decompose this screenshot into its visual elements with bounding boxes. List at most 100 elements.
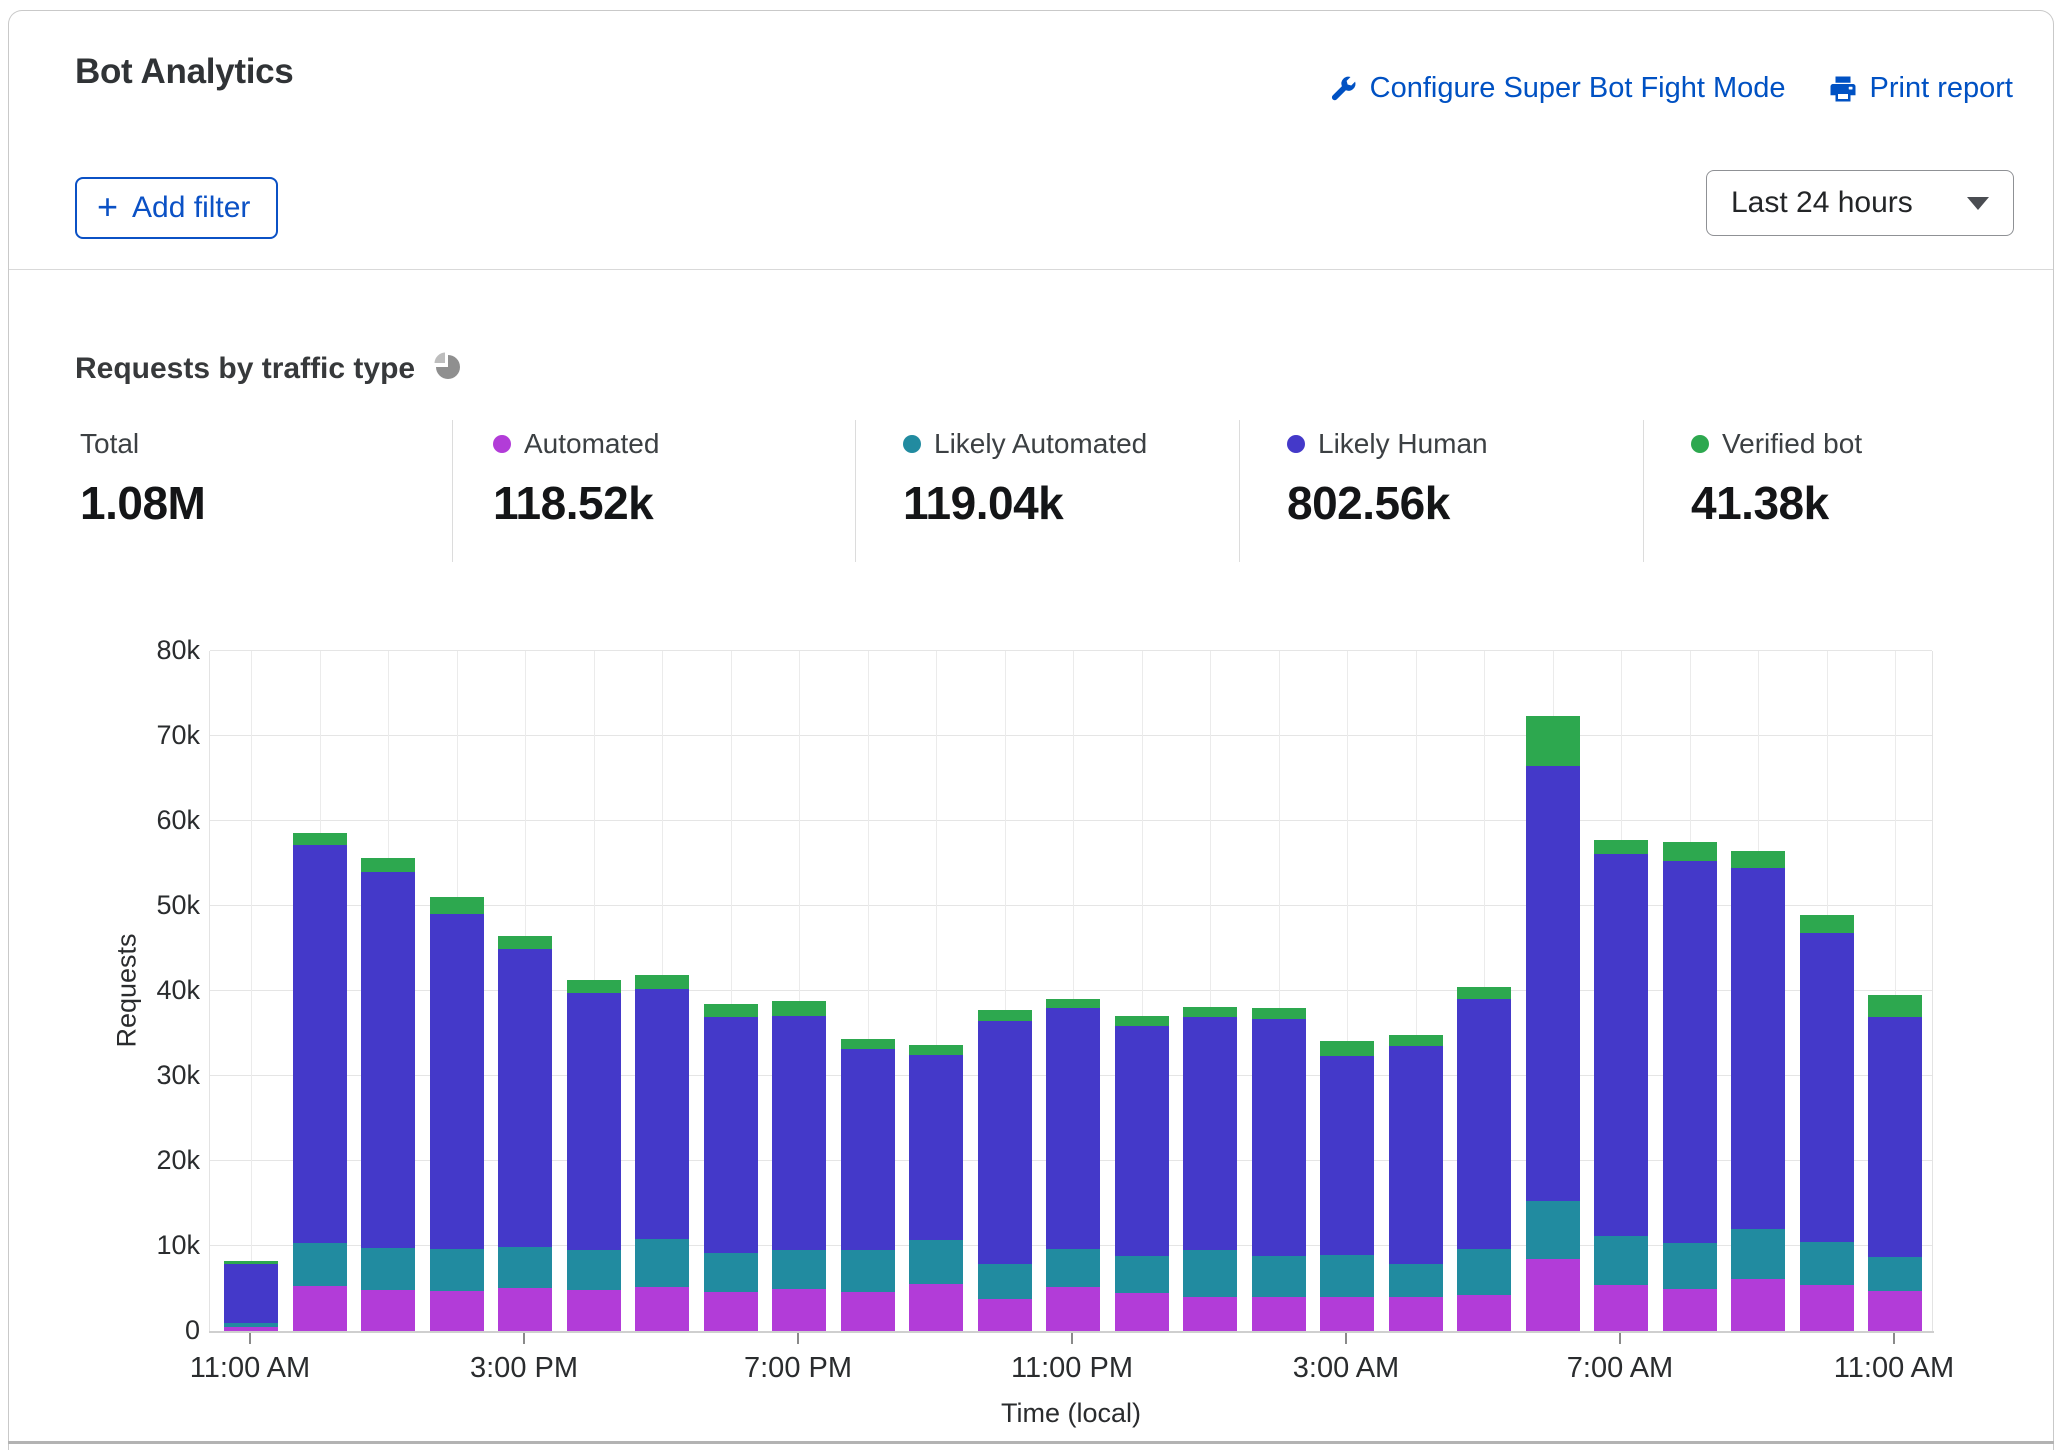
bar-segment-verified-bot[interactable] [498,936,552,950]
bar-segment-automated[interactable] [1389,1297,1443,1331]
bar-11-00-pm[interactable] [1046,998,1100,1331]
bar-segment-likely-automated[interactable] [1320,1255,1374,1298]
bar-segment-verified-bot[interactable] [1663,842,1717,861]
bar-segment-likely-human[interactable] [567,993,621,1251]
bar-segment-verified-bot[interactable] [1731,851,1785,868]
bar-segment-likely-human[interactable] [1868,1017,1922,1257]
bar-segment-likely-human[interactable] [1800,933,1854,1242]
bar-segment-likely-automated[interactable] [498,1247,552,1288]
bar-segment-likely-human[interactable] [1457,999,1511,1250]
bar-segment-likely-human[interactable] [704,1017,758,1252]
bar-segment-automated[interactable] [293,1286,347,1331]
bar-segment-likely-human[interactable] [1663,861,1717,1244]
bar-segment-likely-automated[interactable] [567,1250,621,1290]
bar-3-00-pm[interactable] [498,935,552,1331]
bar-segment-automated[interactable] [498,1288,552,1331]
bar-segment-verified-bot[interactable] [361,858,415,872]
bar-segment-automated[interactable] [1252,1297,1306,1331]
bar-11-00-am[interactable] [224,1261,278,1331]
stat-automated[interactable]: Automated118.52k [493,428,659,530]
bar-segment-automated[interactable] [1457,1295,1511,1331]
bar-segment-likely-automated[interactable] [909,1240,963,1284]
bar-segment-likely-automated[interactable] [1594,1236,1648,1285]
bar-segment-likely-human[interactable] [1594,854,1648,1236]
bar-segment-automated[interactable] [1046,1287,1100,1331]
bar-segment-likely-human[interactable] [1252,1019,1306,1256]
bar-segment-likely-automated[interactable] [1663,1243,1717,1289]
bar-segment-likely-automated[interactable] [361,1248,415,1291]
time-range-dropdown[interactable]: Last 24 hours [1706,170,2014,236]
bar-segment-verified-bot[interactable] [1526,716,1580,766]
bar-12-00-pm[interactable] [293,832,347,1331]
bar-segment-likely-human[interactable] [1389,1046,1443,1264]
bar-segment-likely-automated[interactable] [1183,1250,1237,1297]
bar-segment-likely-automated[interactable] [1046,1249,1100,1287]
bar-segment-verified-bot[interactable] [1389,1035,1443,1046]
bar-segment-automated[interactable] [567,1290,621,1331]
bar-7-00-pm[interactable] [772,1001,826,1331]
bar-segment-likely-automated[interactable] [1731,1229,1785,1279]
bar-segment-likely-human[interactable] [841,1049,895,1250]
bar-segment-likely-human[interactable] [635,989,689,1239]
bar-segment-automated[interactable] [1800,1285,1854,1331]
bar-segment-likely-human[interactable] [293,845,347,1243]
bar-segment-automated[interactable] [772,1289,826,1331]
print-report-link[interactable]: Print report [1828,72,2013,105]
bar-segment-verified-bot[interactable] [704,1004,758,1018]
bar-segment-likely-automated[interactable] [635,1239,689,1287]
bar-8-00-pm[interactable] [841,1038,895,1331]
stat-total[interactable]: Total1.08M [80,428,205,530]
bar-segment-likely-human[interactable] [1526,766,1580,1201]
bar-9-00-am[interactable] [1731,850,1785,1331]
bar-3-00-am[interactable] [1320,1041,1374,1331]
bar-5-00-am[interactable] [1457,986,1511,1331]
bar-1-00-am[interactable] [1183,1007,1237,1331]
bar-segment-likely-automated[interactable] [1800,1242,1854,1285]
bar-segment-likely-human[interactable] [909,1055,963,1240]
bar-segment-automated[interactable] [1594,1285,1648,1331]
bar-segment-automated[interactable] [841,1292,895,1331]
bar-segment-automated[interactable] [1526,1259,1580,1331]
bar-4-00-am[interactable] [1389,1035,1443,1331]
bar-segment-likely-human[interactable] [1320,1056,1374,1255]
bar-segment-likely-human[interactable] [1115,1026,1169,1256]
bar-10-00-am[interactable] [1800,915,1854,1331]
bar-segment-verified-bot[interactable] [293,833,347,845]
bar-segment-likely-human[interactable] [498,949,552,1247]
bar-segment-verified-bot[interactable] [1183,1007,1237,1016]
bar-7-00-am[interactable] [1594,839,1648,1331]
bar-segment-verified-bot[interactable] [1457,987,1511,999]
bar-segment-likely-human[interactable] [1046,1008,1100,1249]
bar-segment-likely-automated[interactable] [293,1243,347,1286]
bar-segment-likely-human[interactable] [1731,868,1785,1229]
bar-segment-likely-automated[interactable] [430,1249,484,1291]
bar-segment-likely-automated[interactable] [1115,1256,1169,1293]
bar-6-00-am[interactable] [1526,715,1580,1331]
bar-segment-likely-human[interactable] [1183,1017,1237,1251]
bar-segment-likely-human[interactable] [430,914,484,1250]
bar-segment-verified-bot[interactable] [1868,995,1922,1017]
bar-segment-verified-bot[interactable] [1800,915,1854,933]
bar-segment-likely-automated[interactable] [978,1264,1032,1299]
bar-segment-likely-human[interactable] [224,1264,278,1323]
bar-segment-verified-bot[interactable] [841,1039,895,1049]
bar-4-00-pm[interactable] [567,979,621,1331]
bar-segment-automated[interactable] [1183,1297,1237,1331]
bar-1-00-pm[interactable] [361,857,415,1331]
bar-segment-likely-human[interactable] [978,1021,1032,1264]
bar-segment-verified-bot[interactable] [430,897,484,914]
bar-6-00-pm[interactable] [704,1003,758,1331]
bar-segment-verified-bot[interactable] [909,1045,963,1054]
add-filter-button[interactable]: + Add filter [75,177,278,239]
bar-segment-verified-bot[interactable] [1115,1016,1169,1026]
bar-segment-verified-bot[interactable] [635,975,689,989]
bar-segment-likely-human[interactable] [361,872,415,1248]
stat-likely-automated[interactable]: Likely Automated119.04k [903,428,1147,530]
bar-2-00-am[interactable] [1252,1008,1306,1331]
bar-9-00-pm[interactable] [909,1045,963,1331]
bar-segment-automated[interactable] [909,1284,963,1331]
bar-2-00-pm[interactable] [430,896,484,1331]
bar-segment-automated[interactable] [1663,1289,1717,1331]
bar-segment-automated[interactable] [1868,1291,1922,1331]
bar-segment-verified-bot[interactable] [1252,1008,1306,1019]
